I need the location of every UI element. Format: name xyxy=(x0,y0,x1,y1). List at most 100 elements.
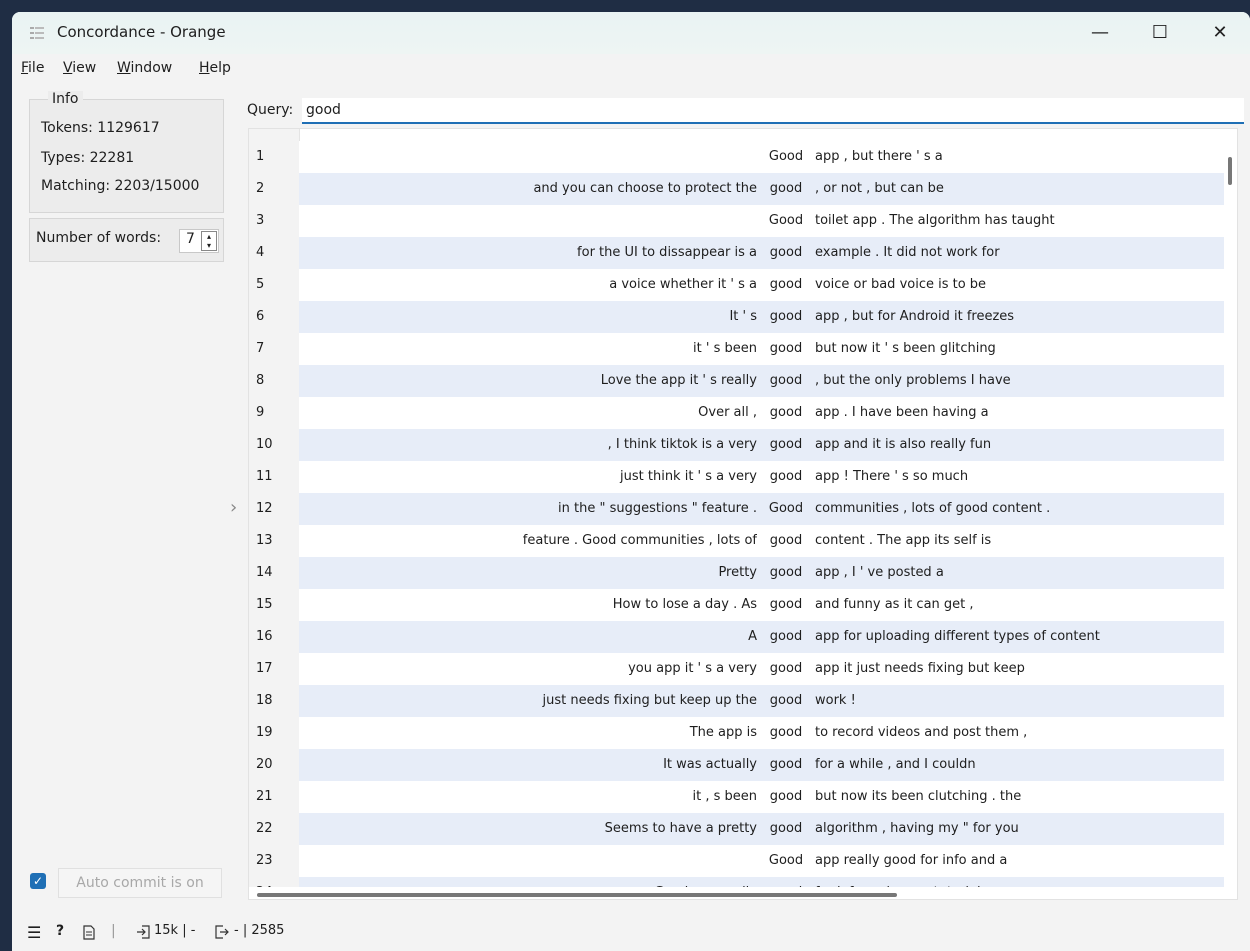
keyword-cell: good xyxy=(769,597,803,612)
table-row[interactable]: Pretty good app , I ' ve posted a xyxy=(299,557,1224,589)
right-context-cell: communities , lots of good content . xyxy=(815,501,1051,516)
keyword-cell: good xyxy=(769,757,803,772)
right-context-cell: to record videos and post them , xyxy=(815,725,1028,740)
left-context-cell: feature . Good communities , lots of xyxy=(522,533,757,548)
row-index: 7 xyxy=(256,341,265,356)
keyword-cell: good xyxy=(769,469,803,484)
left-context-cell: A xyxy=(748,629,757,644)
concordance-app-icon xyxy=(30,27,44,39)
keyword-cell: good xyxy=(769,405,803,420)
right-context-cell: app , but there ' s a xyxy=(815,149,943,164)
right-context-cell: voice or bad voice is to be xyxy=(815,277,987,292)
table-row[interactable]: Agood app for uploading different types o… xyxy=(299,621,1224,653)
right-context-cell: app . I have been having a xyxy=(815,405,989,420)
keyword-cell: good xyxy=(769,437,803,452)
menu-view[interactable]: View xyxy=(63,60,96,76)
keyword-cell: good xyxy=(769,277,803,292)
maximize-button[interactable]: ☐ xyxy=(1130,12,1190,54)
types-count: Types: 22281 xyxy=(41,150,135,166)
vertical-scroll-thumb[interactable] xyxy=(1228,157,1232,185)
menu-help[interactable]: Help xyxy=(199,60,231,76)
left-context-cell: it , s been xyxy=(692,789,758,804)
close-button[interactable]: ✕ xyxy=(1190,12,1250,54)
table-row[interactable]: just think it ' s a very good app ! There … xyxy=(299,461,1224,493)
table-row[interactable]: Good app , but there ' s a xyxy=(299,141,1224,173)
table-row[interactable]: , I think tiktok is a very good app and it… xyxy=(299,429,1224,461)
vertical-scrollbar[interactable] xyxy=(1224,129,1237,899)
table-row[interactable]: feature . Good communities , lots of good… xyxy=(299,525,1224,557)
table-row[interactable]: The app is good to record videos and post … xyxy=(299,717,1224,749)
left-context-cell: just think it ' s a very xyxy=(620,469,757,484)
input-signal-icon[interactable] xyxy=(136,925,150,939)
keyword-cell: Good xyxy=(768,501,804,516)
left-context-cell: for the UI to dissappear is a xyxy=(577,245,757,260)
keyword-cell: good xyxy=(769,309,803,324)
keyword-cell: Good xyxy=(768,213,804,228)
number-of-words-spinbox[interactable]: 7 ▴ ▾ xyxy=(179,229,219,253)
table-row[interactable]: Love the app it ' s really good , but the … xyxy=(299,365,1224,397)
right-context-cell: toilet app . The algorithm has taught xyxy=(815,213,1055,228)
keyword-cell: Good xyxy=(768,853,804,868)
left-context-cell: Love the app it ' s really xyxy=(600,373,757,388)
row-index: 1 xyxy=(256,149,265,164)
row-index: 22 xyxy=(256,821,273,836)
table-row[interactable]: it ' s been good but now it ' s been glitc… xyxy=(299,333,1224,365)
table-row[interactable]: a voice whether it ' s a good voice or bad… xyxy=(299,269,1224,301)
table-row[interactable]: you app it ' s a very good app it just nee… xyxy=(299,653,1224,685)
separator: | xyxy=(111,923,116,939)
row-index: 15 xyxy=(256,597,273,612)
right-context-cell: for a while , and I couldn xyxy=(815,757,976,772)
right-context-cell: app and it is also really fun xyxy=(815,437,992,452)
right-context-cell: example . It did not work for xyxy=(815,245,1000,260)
table-row[interactable]: Over all , good app . I have been having a xyxy=(299,397,1224,429)
right-context-cell: and funny as it can get , xyxy=(815,597,974,612)
auto-commit-checkbox[interactable]: ✓ xyxy=(30,873,46,889)
menu-window[interactable]: Window xyxy=(117,60,172,76)
minimize-button[interactable]: — xyxy=(1070,12,1130,54)
right-context-cell: app it just needs fixing but keep xyxy=(815,661,1025,676)
row-index: 10 xyxy=(256,437,273,452)
menu-file[interactable]: File xyxy=(21,60,44,76)
right-context-cell: content . The app its self is xyxy=(815,533,992,548)
report-document-icon[interactable] xyxy=(83,925,95,940)
left-context-cell: just needs fixing but keep up the xyxy=(542,693,758,708)
horizontal-scroll-thumb[interactable] xyxy=(257,893,897,897)
keyword-cell: Good xyxy=(768,149,804,164)
table-row[interactable]: How to lose a day . As good and funny as i… xyxy=(299,589,1224,621)
table-row[interactable]: in the " suggestions " feature . Good comm… xyxy=(299,493,1224,525)
keyword-cell: good xyxy=(769,565,803,580)
table-row[interactable]: and you can choose to protect the good , o… xyxy=(299,173,1224,205)
row-index: 5 xyxy=(256,277,265,292)
horizontal-scrollbar[interactable] xyxy=(249,887,1224,899)
app-window: Concordance - Orange — ☐ ✕ File View Win… xyxy=(12,12,1250,951)
table-row[interactable]: Good app really good for info and a xyxy=(299,845,1224,877)
hamburger-menu-icon[interactable]: ☰ xyxy=(27,923,41,942)
help-icon[interactable]: ? xyxy=(56,923,64,939)
title-bar: Concordance - Orange — ☐ ✕ xyxy=(12,12,1250,54)
keyword-cell: good xyxy=(769,725,803,740)
expand-arrow-icon[interactable]: › xyxy=(230,497,237,518)
spin-arrows-icon[interactable]: ▴ ▾ xyxy=(201,231,217,251)
output-signal-icon[interactable] xyxy=(215,925,229,939)
keyword-cell: good xyxy=(769,373,803,388)
row-index: 14 xyxy=(256,565,273,580)
menu-bar: File View Window Help xyxy=(12,54,1250,84)
left-context-cell: in the " suggestions " feature . xyxy=(558,501,757,516)
table-row[interactable]: it , s been good but now its been clutchin… xyxy=(299,781,1224,813)
left-context-cell: a voice whether it ' s a xyxy=(609,277,757,292)
table-row[interactable]: It ' s good app , but for Android it freez… xyxy=(299,301,1224,333)
keyword-cell: good xyxy=(769,341,803,356)
keyword-cell: good xyxy=(769,533,803,548)
table-row[interactable]: It was actually good for a while , and I c… xyxy=(299,749,1224,781)
left-context-cell: Seems to have a pretty xyxy=(604,821,757,836)
table-row[interactable]: Good toilet app . The algorithm has taugh… xyxy=(299,205,1224,237)
query-input[interactable] xyxy=(302,98,1244,124)
info-box: Info Tokens: 1129617 Types: 22281 Matchi… xyxy=(29,91,224,213)
auto-commit-button[interactable]: Auto commit is on xyxy=(58,868,222,898)
table-row[interactable]: just needs fixing but keep up the good wor… xyxy=(299,685,1224,717)
keyword-cell: good xyxy=(769,789,803,804)
right-context-cell: app really good for info and a xyxy=(815,853,1008,868)
table-row[interactable]: for the UI to dissappear is a good example… xyxy=(299,237,1224,269)
window-title: Concordance - Orange xyxy=(57,23,226,41)
table-row[interactable]: Seems to have a pretty good algorithm , ha… xyxy=(299,813,1224,845)
